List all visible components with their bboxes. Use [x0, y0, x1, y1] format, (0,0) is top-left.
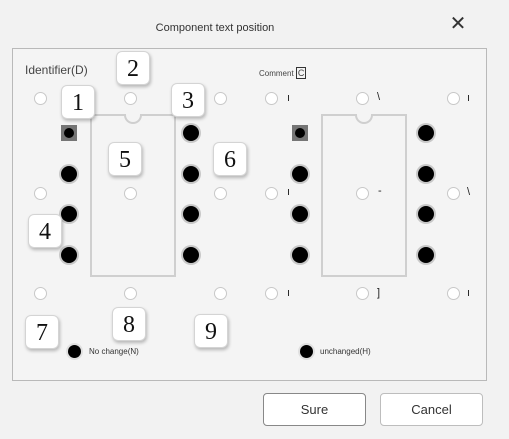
comment-position-bottom-right[interactable]: [447, 287, 460, 300]
pin-marker: [183, 125, 199, 141]
component-text-position-dialog: Component text position ✕ Identifier(D) …: [0, 0, 509, 439]
callout-2: 2: [116, 51, 150, 85]
pin-marker: [418, 247, 434, 263]
identifier-position-bottom-left[interactable]: [34, 287, 47, 300]
identifier-position-bottom-right[interactable]: [214, 287, 227, 300]
comment-position-top-center[interactable]: [356, 92, 369, 105]
pin-marker: [418, 206, 434, 222]
pin-marker: [183, 247, 199, 263]
comment-glyph: ı: [467, 92, 471, 104]
comment-mnemonic: C: [295, 67, 307, 79]
comment-position-middle-right[interactable]: [447, 187, 460, 200]
identifier-group-label: Identifier(D): [25, 63, 88, 77]
pin-marker: [292, 206, 308, 222]
comment-unchanged-label: unchanged(H): [320, 347, 371, 356]
pin-marker: [183, 166, 199, 182]
identifier-no-change-label: No change(N): [89, 347, 139, 356]
identifier-position-top-center[interactable]: [124, 92, 137, 105]
identifier-position-top-left[interactable]: [34, 92, 47, 105]
pin-marker: [61, 206, 77, 222]
title-bar: Component text position ✕: [0, 0, 509, 44]
comment-glyph: ı: [287, 92, 291, 104]
identifier-position-bottom-center[interactable]: [124, 287, 137, 300]
pin-marker: [418, 125, 434, 141]
comment-glyph: \: [467, 186, 471, 198]
callout-4: 4: [28, 214, 62, 248]
ok-button[interactable]: Sure: [263, 393, 366, 426]
callout-9: 9: [194, 314, 228, 348]
callout-8: 8: [112, 307, 146, 341]
identifier-position-top-right[interactable]: [214, 92, 227, 105]
identifier-position-middle-left[interactable]: [34, 187, 47, 200]
callout-7: 7: [25, 315, 59, 349]
comment-glyph: ]: [377, 287, 381, 299]
comment-label-text: Comment: [259, 69, 294, 78]
comment-glyph: \: [377, 91, 381, 103]
comment-position-bottom-left[interactable]: [265, 287, 278, 300]
pin-marker: [183, 206, 199, 222]
comment-glyph: -: [378, 185, 382, 197]
pin-marker: [61, 247, 77, 263]
callout-6: 6: [213, 142, 247, 176]
comment-position-center[interactable]: [356, 187, 369, 200]
comment-position-bottom-center[interactable]: [356, 287, 369, 300]
close-icon[interactable]: ✕: [447, 12, 469, 34]
pin-marker: [292, 166, 308, 182]
pin-marker: [292, 247, 308, 263]
comment-unchanged-radio[interactable]: [300, 345, 313, 358]
dialog-title: Component text position: [155, 22, 275, 34]
comment-position-top-left[interactable]: [265, 92, 278, 105]
identifier-position-center[interactable]: [124, 187, 137, 200]
comment-position-top-right[interactable]: [447, 92, 460, 105]
pin-1-marker: [61, 125, 77, 141]
comment-glyph: ı: [287, 186, 291, 198]
callout-5: 5: [108, 142, 142, 176]
identifier-position-middle-right[interactable]: [214, 187, 227, 200]
cancel-button[interactable]: Cancel: [380, 393, 483, 426]
comment-glyph: ı: [467, 287, 471, 299]
identifier-no-change-radio[interactable]: [68, 345, 81, 358]
comment-glyph: ı: [287, 287, 291, 299]
comment-group-label: Comment C: [259, 67, 307, 79]
pin-marker: [61, 166, 77, 182]
callout-3: 3: [171, 83, 205, 117]
pin-1-marker: [292, 125, 308, 141]
pin-marker: [418, 166, 434, 182]
callout-1: 1: [61, 85, 95, 119]
comment-position-middle-left[interactable]: [265, 187, 278, 200]
